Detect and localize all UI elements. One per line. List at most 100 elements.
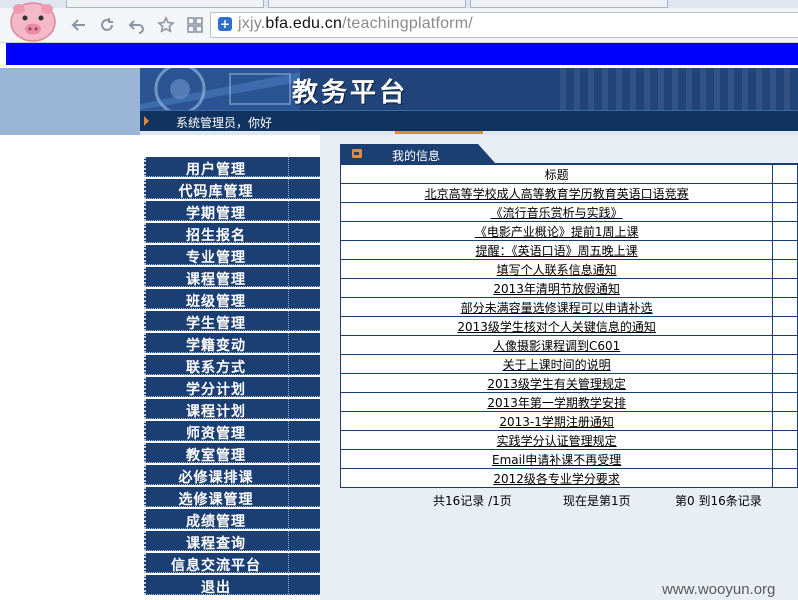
sidebar-item-label: 班级管理 bbox=[186, 294, 246, 310]
sidebar-item[interactable]: 课程管理 bbox=[144, 267, 320, 288]
sidebar-divider bbox=[288, 157, 290, 176]
sidebar: 用户管理代码库管理学期管理 招生报名专业管理课程管理班级管理 学生管理 学籍变动 联系方… bbox=[140, 135, 320, 600]
sidebar-item-label: 专业管理 bbox=[186, 250, 246, 266]
sidebar-item[interactable]: 班级管理 bbox=[144, 289, 320, 310]
url-path: /teachingplatform/ bbox=[342, 15, 473, 32]
message-link[interactable]: 2013年清明节放假通知 bbox=[493, 282, 620, 296]
table-row: 提醒：《英语口语》周五晚上课 bbox=[339, 240, 798, 260]
message-title-cell: 填写个人联系信息通知 bbox=[339, 259, 774, 279]
message-link[interactable]: 2013级学生核对个人关键信息的通知 bbox=[457, 320, 656, 334]
sidebar-divider bbox=[288, 311, 290, 330]
sidebar-item-label: 选修课管理 bbox=[178, 492, 254, 508]
sidebar-item[interactable]: 学籍变动 bbox=[144, 333, 320, 354]
sidebar-item[interactable]: 学生管理 bbox=[144, 311, 320, 332]
message-title-cell: 关于上课时间的说明 bbox=[339, 354, 774, 374]
sidebar-divider bbox=[288, 487, 290, 506]
message-link[interactable]: 关于上课时间的说明 bbox=[503, 358, 611, 372]
message-link[interactable]: 北京高等学校成人高等教育学历教育英语口语竞赛 bbox=[425, 187, 689, 201]
star-icon[interactable] bbox=[155, 14, 177, 36]
message-link[interactable]: 《电影产业概论》提前1周上课 bbox=[475, 225, 639, 239]
message-link[interactable]: 2013级学生有关管理规定 bbox=[487, 377, 626, 391]
message-link[interactable]: 《流行音乐赏析与实践》 bbox=[491, 206, 623, 220]
sidebar-item-label: 课程管理 bbox=[186, 272, 246, 288]
table-row: 2013年清明节放假通知 bbox=[339, 278, 798, 298]
message-link[interactable]: 人像摄影课程调到C601 bbox=[493, 339, 620, 353]
sidebar-item-label: 课程计划 bbox=[186, 404, 246, 420]
back-icon[interactable] bbox=[68, 14, 90, 36]
browser-tab[interactable] bbox=[470, 0, 668, 8]
sidebar-item-label: 代码库管理 bbox=[178, 184, 254, 200]
apps-grid-icon[interactable] bbox=[184, 14, 206, 36]
sidebar-item[interactable]: 成绩管理 bbox=[144, 509, 320, 530]
table-row: 2012级各专业学分要求 bbox=[339, 468, 798, 488]
sidebar-item[interactable]: 信息交流平台 bbox=[144, 553, 320, 574]
message-title-cell: 2012级各专业学分要求 bbox=[339, 468, 774, 488]
browser-tab[interactable] bbox=[268, 0, 466, 8]
address-bar[interactable]: + jxjy.bfa.edu.cn/teachingplatform/ bbox=[210, 12, 798, 38]
sidebar-divider bbox=[288, 553, 290, 572]
sidebar-item[interactable]: 课程计划 bbox=[144, 399, 320, 420]
message-link[interactable]: 部分未满容量选修课程可以申请补选 bbox=[461, 301, 653, 315]
message-link[interactable]: 实践学分认证管理规定 bbox=[497, 434, 617, 448]
sidebar-item[interactable]: 用户管理 bbox=[144, 157, 320, 178]
table-row: 《电影产业概论》提前1周上课 bbox=[339, 221, 798, 241]
sidebar-item-label: 必修课排课 bbox=[178, 470, 254, 486]
message-title-cell: 2013级学生核对个人关键信息的通知 bbox=[339, 316, 774, 336]
header-banner: 教务平台 bbox=[140, 68, 798, 110]
tab-label: 我的信息 bbox=[392, 149, 441, 163]
message-link[interactable]: 2013年第一学期教学安排 bbox=[487, 396, 626, 410]
sidebar-divider bbox=[288, 201, 290, 220]
sidebar-item[interactable]: 课程查询 bbox=[144, 531, 320, 552]
active-indicator bbox=[395, 131, 483, 134]
message-link[interactable]: 填写个人联系信息通知 bbox=[497, 263, 617, 277]
message-extra-cell bbox=[772, 411, 798, 431]
undo-icon[interactable] bbox=[126, 14, 148, 36]
message-link[interactable]: Email申请补课不再受理 bbox=[492, 453, 621, 467]
browser-tab[interactable] bbox=[66, 0, 264, 8]
sidebar-item[interactable]: 专业管理 bbox=[144, 245, 320, 266]
message-link[interactable]: 2012级各专业学分要求 bbox=[493, 472, 620, 486]
url-domain: bfa.edu.cn bbox=[265, 15, 343, 32]
message-extra-cell bbox=[772, 449, 798, 469]
tab-strip bbox=[0, 0, 798, 8]
sidebar-item[interactable]: 师资管理 bbox=[144, 421, 320, 442]
sidebar-divider bbox=[288, 575, 290, 594]
sidebar-item[interactable]: 选修课管理 bbox=[144, 487, 320, 508]
sidebar-item-label: 学分计划 bbox=[186, 382, 246, 398]
message-title-cell: Email申请补课不再受理 bbox=[339, 449, 774, 469]
sidebar-divider bbox=[288, 465, 290, 484]
sidebar-item-label: 退出 bbox=[201, 580, 231, 596]
sidebar-divider bbox=[288, 333, 290, 352]
sidebar-item[interactable]: 退出 bbox=[144, 575, 320, 596]
message-link[interactable]: 提醒：《英语口语》周五晚上课 bbox=[476, 244, 638, 258]
pager-current: 现在是第1页 bbox=[563, 494, 631, 508]
message-link[interactable]: 2013-1学期注册通知 bbox=[499, 415, 614, 429]
sidebar-item[interactable]: 代码库管理 bbox=[144, 179, 320, 200]
column-header-extra bbox=[772, 164, 798, 184]
messages-table: 标题 北京高等学校成人高等教育学历教育英语口语竞赛 《流行音乐赏析与实践》《电影产… bbox=[339, 164, 798, 488]
sidebar-item[interactable]: 联系方式 bbox=[144, 355, 320, 376]
sidebar-item[interactable]: 学分计划 bbox=[144, 377, 320, 398]
message-title-cell: 部分未满容量选修课程可以申请补选 bbox=[339, 297, 774, 317]
message-title-cell: 2013年第一学期教学安排 bbox=[339, 392, 774, 412]
sidebar-item[interactable]: 学期管理 bbox=[144, 201, 320, 222]
message-extra-cell bbox=[772, 202, 798, 222]
table-row: 关于上课时间的说明 bbox=[339, 354, 798, 374]
sidebar-divider bbox=[288, 223, 290, 242]
sidebar-item-label: 学期管理 bbox=[186, 206, 246, 222]
message-title-cell: 提醒：《英语口语》周五晚上课 bbox=[339, 240, 774, 260]
tab-my-info[interactable]: 我的信息 bbox=[340, 144, 496, 164]
pig-logo-icon[interactable] bbox=[6, 0, 60, 44]
message-extra-cell bbox=[772, 392, 798, 412]
column-header-title: 标题 bbox=[339, 164, 774, 184]
sidebar-item[interactable]: 教室管理 bbox=[144, 443, 320, 464]
url-text[interactable]: jxjy.bfa.edu.cn/teachingplatform/ bbox=[238, 15, 473, 33]
table-row: 《流行音乐赏析与实践》 bbox=[339, 202, 798, 222]
header-left-band bbox=[0, 68, 140, 135]
reload-icon[interactable] bbox=[96, 14, 118, 36]
message-extra-cell bbox=[772, 259, 798, 279]
message-extra-cell bbox=[772, 297, 798, 317]
welcome-bar: 系统管理员，你好 bbox=[140, 110, 798, 132]
sidebar-item[interactable]: 招生报名 bbox=[144, 223, 320, 244]
sidebar-item[interactable]: 必修课排课 bbox=[144, 465, 320, 486]
